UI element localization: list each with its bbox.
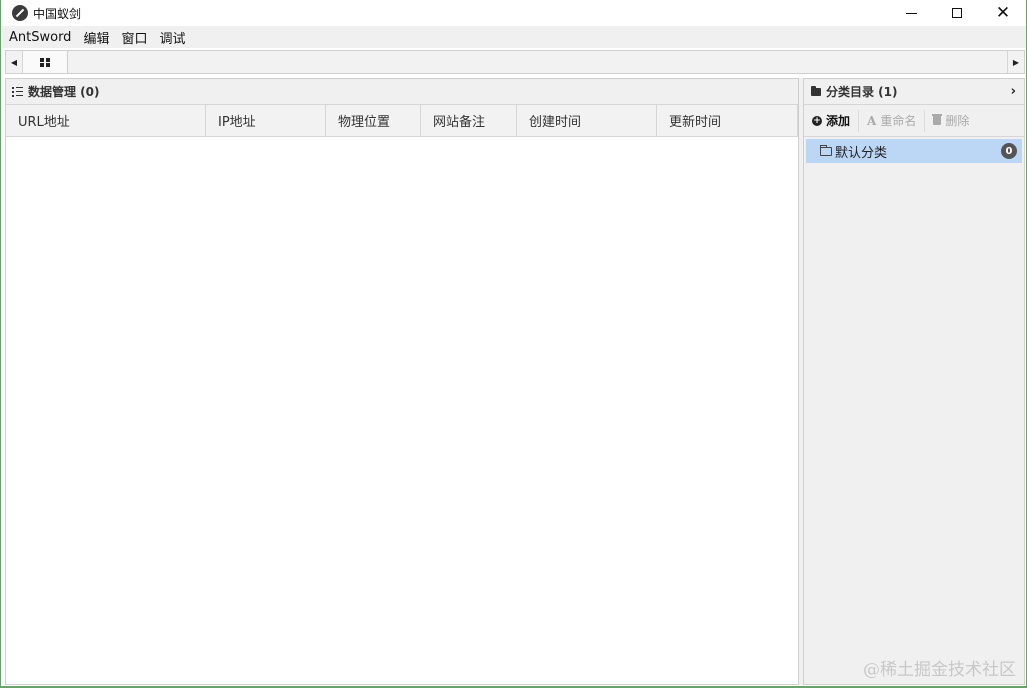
tab-home[interactable] [23, 51, 68, 73]
title-bar[interactable]: 中国蚁剑 ✕ [1, 0, 1026, 26]
close-icon: ✕ [995, 2, 1011, 23]
data-management-panel: 数据管理 (0) URL地址 IP地址 物理位置 网站备注 创建时间 更新时间 [5, 78, 799, 685]
maximize-icon [952, 8, 962, 18]
column-updated-time[interactable]: 更新时间 [657, 105, 798, 136]
font-a-icon: A [867, 113, 877, 128]
close-button[interactable]: ✕ [980, 0, 1026, 26]
trash-icon [932, 114, 943, 125]
tab-bar: ◀ ▶ [5, 50, 1025, 74]
data-panel-title: 数据管理 (0) [28, 85, 100, 99]
column-ip[interactable]: IP地址 [206, 105, 326, 136]
category-list: 默认分类 0 [804, 137, 1024, 163]
category-panel-header: 分类目录 (1) › [804, 79, 1024, 105]
minimize-icon [905, 12, 917, 14]
data-table-body[interactable] [6, 137, 798, 684]
menu-debug[interactable]: 调试 [159, 28, 185, 47]
menu-edit[interactable]: 编辑 [83, 28, 109, 47]
column-location[interactable]: 物理位置 [326, 105, 421, 136]
add-label: 添加 [826, 114, 851, 128]
delete-label: 删除 [945, 114, 970, 128]
collapse-chevron-icon[interactable]: › [1011, 84, 1016, 99]
category-panel: 分类目录 (1) › + 添加 A 重命名 删除 默认分类 0 @稀土掘金技术社… [803, 78, 1025, 685]
rename-category-button[interactable]: A 重命名 [859, 109, 926, 132]
antsword-logo-icon [12, 5, 28, 21]
column-url[interactable]: URL地址 [6, 105, 206, 136]
delete-category-button[interactable]: 删除 [925, 110, 977, 132]
watermark: @稀土掘金技术社区 [863, 660, 1016, 680]
tab-scroll-right-button[interactable]: ▶ [1007, 51, 1024, 73]
column-created-time[interactable]: 创建时间 [517, 105, 657, 136]
folder-icon [811, 85, 821, 96]
data-table-header: URL地址 IP地址 物理位置 网站备注 创建时间 更新时间 [6, 105, 798, 137]
maximize-button[interactable] [934, 0, 980, 26]
minimize-button[interactable] [888, 0, 934, 26]
list-icon [12, 86, 23, 97]
window-title: 中国蚁剑 [33, 6, 82, 21]
category-item-default[interactable]: 默认分类 0 [806, 139, 1022, 163]
tab-scroll-left-button[interactable]: ◀ [6, 51, 23, 73]
rename-label: 重命名 [880, 114, 917, 128]
folder-outline-icon [820, 144, 832, 156]
column-note[interactable]: 网站备注 [421, 105, 517, 136]
app-window: 中国蚁剑 ✕ AntSword 编辑 窗口 调试 ◀ ▶ 数据管理 (0) UR… [0, 0, 1027, 688]
category-panel-title: 分类目录 (1) [826, 85, 898, 99]
grid-icon [40, 57, 50, 67]
menu-window[interactable]: 窗口 [121, 28, 147, 47]
menu-antsword[interactable]: AntSword [9, 30, 71, 45]
category-count-badge: 0 [1001, 143, 1017, 159]
caret-left-icon: ◀ [10, 57, 18, 67]
category-item-label: 默认分类 [835, 145, 888, 161]
data-panel-header: 数据管理 (0) [6, 79, 798, 105]
window-controls: ✕ [888, 0, 1026, 26]
caret-right-icon: ▶ [1012, 57, 1020, 67]
menu-bar: AntSword 编辑 窗口 调试 [1, 26, 1026, 48]
plus-circle-icon: + [812, 115, 822, 126]
category-toolbar: + 添加 A 重命名 删除 [804, 105, 1024, 137]
add-category-button[interactable]: + 添加 [804, 109, 860, 132]
